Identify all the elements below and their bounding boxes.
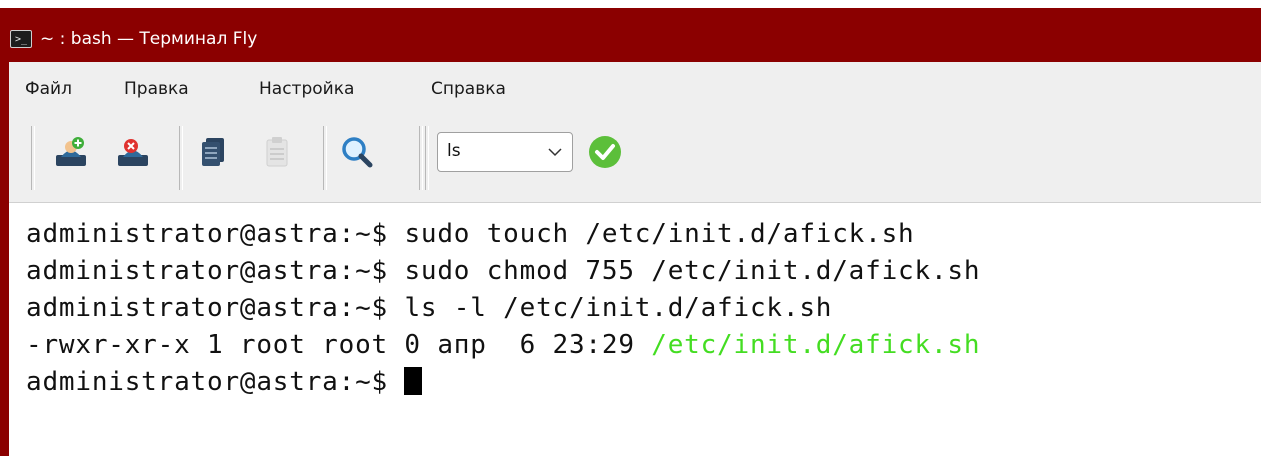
shell-prompt: administrator@astra:~$ — [26, 293, 388, 323]
menu-bar: Файл Правка Настройка Справка — [9, 62, 1261, 116]
terminal-output[interactable]: administrator@astra:~$ sudo touch /etc/i… — [9, 202, 1261, 456]
close-tab-button[interactable] — [115, 134, 151, 170]
terminal-window: >_ ~ : bash — Терминал Fly Файл Правка Н… — [0, 0, 1261, 456]
title-bar[interactable]: >_ ~ : bash — Терминал Fly — [0, 0, 1261, 62]
command-text — [388, 367, 404, 397]
paste-button[interactable] — [259, 134, 295, 170]
terminal-line: administrator@astra:~$ sudo touch /etc/i… — [26, 219, 915, 249]
checkmark-icon — [589, 136, 621, 168]
copy-icon — [202, 138, 224, 166]
paste-icon — [266, 137, 288, 167]
search-icon — [342, 137, 373, 168]
toolbar-grip[interactable] — [425, 126, 429, 190]
command-combo-value: ls — [447, 141, 461, 161]
shell-prompt: administrator@astra:~$ — [26, 367, 388, 397]
toolbar-separator — [323, 126, 327, 190]
menu-help[interactable]: Справка — [431, 78, 506, 100]
toolbar: ls — [9, 116, 1261, 202]
terminal-line: administrator@astra:~$ ls -l /etc/init.d… — [26, 293, 832, 323]
new-tab-button[interactable] — [53, 134, 89, 170]
command-combo[interactable]: ls — [437, 132, 573, 172]
window-title: ~ : bash — Терминал Fly — [40, 29, 258, 49]
window-chrome: Файл Правка Настройка Справка ls — [9, 62, 1261, 202]
new-tab-icon — [56, 137, 86, 166]
shell-prompt: administrator@astra:~$ — [26, 219, 388, 249]
ls-output-attributes: -rwxr-xr-x 1 root root 0 апр 6 23:29 — [26, 330, 652, 360]
command-text: ls -l /etc/init.d/afick.sh — [387, 293, 833, 323]
terminal-line: -rwxr-xr-x 1 root root 0 апр 6 23:29 /et… — [26, 330, 980, 360]
command-text: sudo chmod 755 /etc/init.d/afick.sh — [387, 256, 981, 286]
copy-button[interactable] — [195, 134, 231, 170]
execute-command-button[interactable] — [587, 134, 623, 170]
terminal-line: administrator@astra:~$ sudo chmod 755 /e… — [26, 256, 980, 286]
command-text: sudo touch /etc/init.d/afick.sh — [387, 219, 915, 249]
menu-edit[interactable]: Правка — [124, 78, 189, 100]
terminal-line: administrator@astra:~$ — [26, 367, 423, 397]
shell-prompt: administrator@astra:~$ — [26, 256, 388, 286]
toolbar-grip[interactable] — [31, 126, 35, 190]
ls-output-filename: /etc/init.d/afick.sh — [651, 330, 981, 360]
terminal-app-icon: >_ — [10, 30, 32, 48]
close-tab-icon — [118, 139, 148, 166]
toolbar-grip[interactable] — [419, 126, 423, 190]
search-button[interactable] — [339, 134, 375, 170]
text-cursor — [404, 367, 423, 395]
toolbar-separator — [179, 126, 183, 190]
menu-file[interactable]: Файл — [25, 78, 72, 100]
menu-settings[interactable]: Настройка — [259, 78, 354, 100]
chevron-down-icon[interactable] — [546, 143, 564, 161]
